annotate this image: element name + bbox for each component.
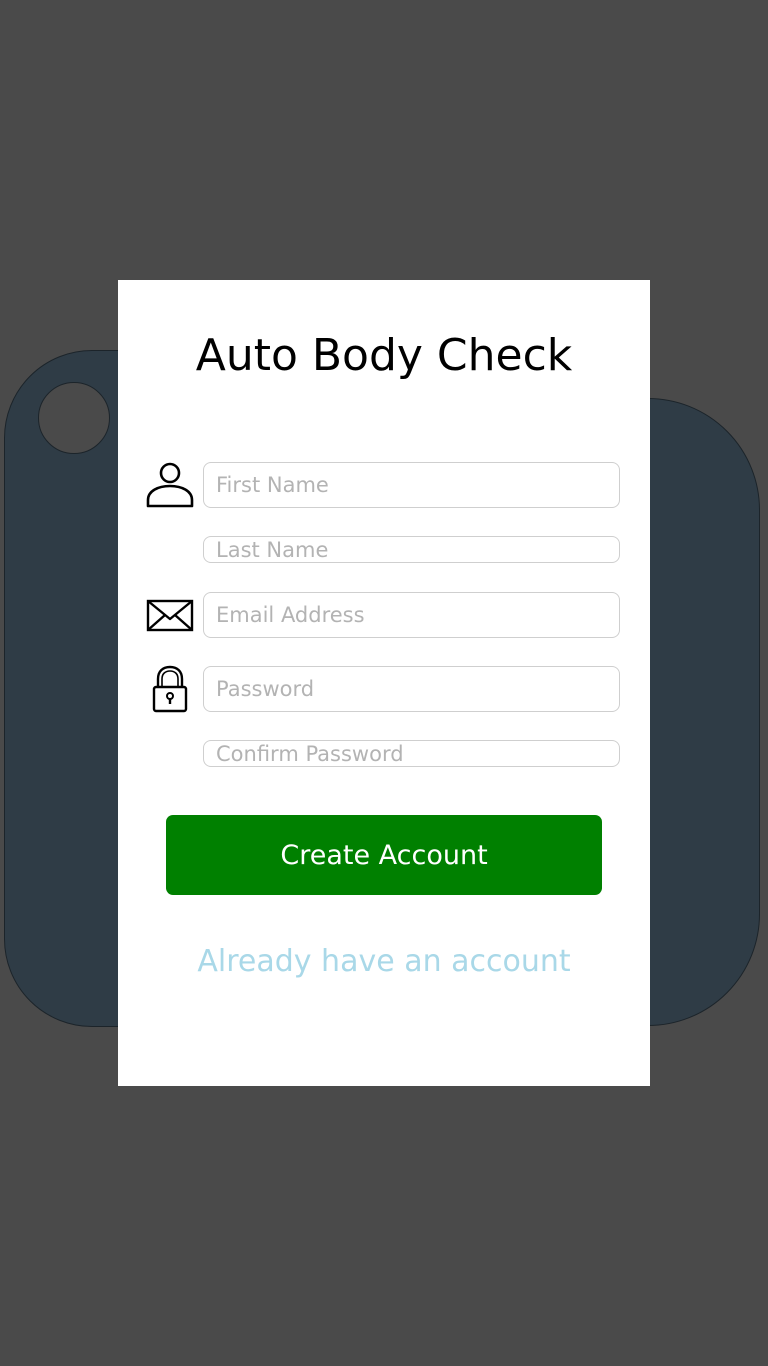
signup-screen: Auto Body Check Create Account Already h…	[0, 0, 768, 1366]
user-icon	[146, 462, 194, 508]
password-field[interactable]	[203, 666, 620, 712]
create-account-button[interactable]: Create Account	[166, 815, 602, 895]
background-illustration-hole	[38, 382, 110, 454]
email-field[interactable]	[203, 592, 620, 638]
first-name-field[interactable]	[203, 462, 620, 508]
already-have-account-link[interactable]: Already have an account	[0, 942, 768, 982]
lock-icon	[152, 665, 188, 713]
envelope-icon	[146, 599, 194, 632]
confirm-password-field[interactable]	[203, 740, 620, 767]
last-name-field[interactable]	[203, 536, 620, 563]
app-title: Auto Body Check	[195, 330, 573, 381]
